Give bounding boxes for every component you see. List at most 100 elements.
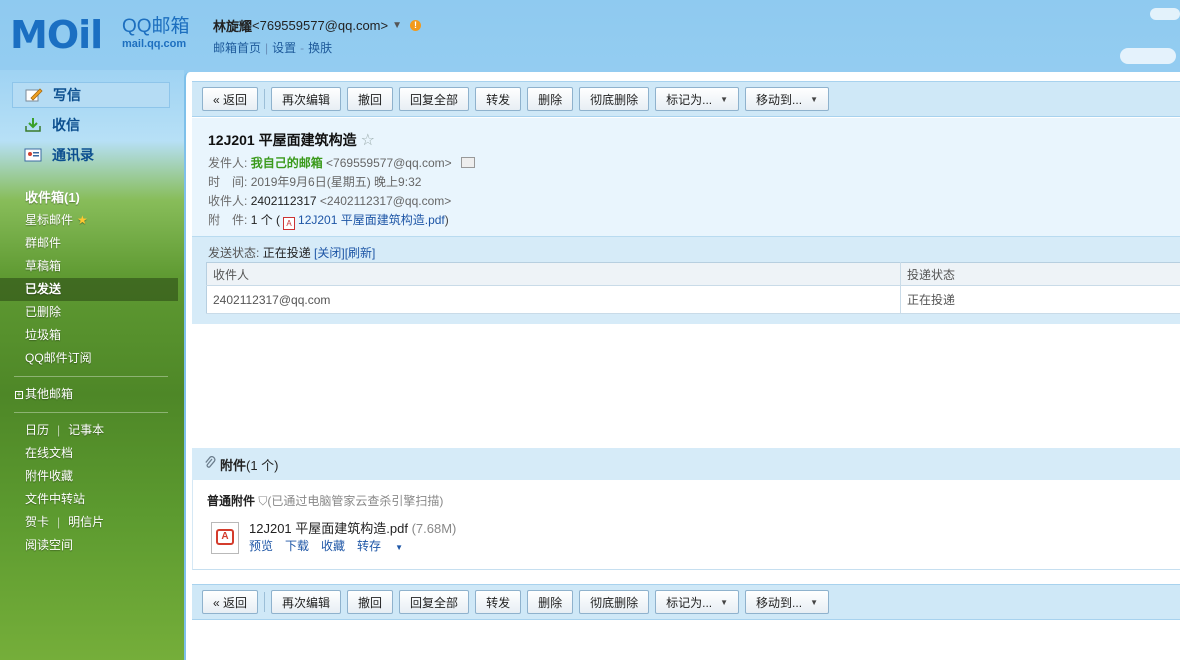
reedit-button[interactable]: 再次编辑 — [271, 87, 342, 111]
link-file-transfer[interactable]: 文件中转站 — [0, 488, 178, 511]
forward-button[interactable]: 转发 — [475, 87, 522, 111]
folder-sent[interactable]: 已发送 — [0, 278, 178, 301]
compose-button[interactable]: 写信 — [12, 82, 170, 108]
recall-button[interactable]: 撤回 — [347, 590, 394, 614]
folder-subscription[interactable]: QQ邮件订阅 — [0, 347, 178, 370]
attachments-body: 普通附件 ⛉(已通过电脑管家云查杀引擎扫描) A 12J201 平屋面建筑构造.… — [192, 480, 1180, 570]
link-notes[interactable]: 记事本 — [68, 423, 104, 437]
toolbar-separator — [264, 89, 266, 109]
link-mail-home[interactable]: 邮箱首页 — [213, 41, 261, 55]
refresh-status-link[interactable]: [刷新] — [345, 246, 376, 260]
table-header-row: 收件人 投递状态 — [206, 262, 1180, 287]
folder-inbox[interactable]: 收件箱(1) — [0, 186, 178, 209]
recipient-row: 收件人: 2402112317 <2402112317@qq.com> — [208, 192, 451, 211]
favorite-link[interactable]: 收藏 — [321, 539, 345, 553]
mark-as-dropdown[interactable]: 标记为... ▼ — [655, 87, 740, 111]
link-calendar[interactable]: 日历 — [25, 423, 49, 437]
calendar-notes-row: 日历 | 记事本 — [0, 419, 178, 442]
sender-row: 发件人: 我自己的邮箱 <769559577@qq.com> — [208, 154, 476, 173]
link-greeting-card[interactable]: 贺卡 — [25, 515, 49, 529]
sender-name[interactable]: 我自己的邮箱 — [251, 156, 323, 170]
attachments-count: (1 个) — [246, 457, 279, 473]
star-outline-icon[interactable]: ☆ — [361, 132, 375, 149]
move-to-dropdown[interactable]: 移动到... ▼ — [745, 590, 829, 614]
folder-drafts[interactable]: 草稿箱 — [0, 255, 178, 278]
purge-button[interactable]: 彻底删除 — [579, 87, 650, 111]
user-email[interactable]: <769559577@qq.com> — [252, 18, 388, 33]
other-mailbox-label: 其他邮箱 — [25, 387, 74, 401]
mark-as-label: 标记为... — [666, 92, 713, 107]
delete-button[interactable]: 删除 — [527, 87, 574, 111]
recipient-name[interactable]: 2402112317 — [251, 194, 317, 208]
folder-group[interactable]: 群邮件 — [0, 232, 178, 255]
reply-all-button[interactable]: 回复全部 — [399, 87, 470, 111]
back-button[interactable]: « 返回 — [202, 590, 259, 614]
move-to-dropdown[interactable]: 移动到... ▼ — [745, 87, 829, 111]
forward-button[interactable]: 转发 — [475, 590, 522, 614]
other-mailbox-toggle[interactable]: + 其他邮箱 — [0, 383, 178, 406]
separator: | — [57, 515, 61, 529]
time-value: 2019年9月6日(星期五) 晚上9:32 — [250, 175, 422, 189]
left-sidebar: 写信 收信 通讯录 收件箱(1) 星标邮件 ★ 群邮件 草稿箱 已发送 已删除 垃… — [0, 70, 184, 660]
download-link[interactable]: 下载 — [285, 539, 309, 553]
link-reading-space[interactable]: 阅读空间 — [0, 534, 178, 557]
save-to-dropdown[interactable]: 转存 ▼ — [357, 539, 415, 553]
scan-note: (已通过电脑管家云查杀引擎扫描) — [267, 494, 444, 508]
preview-link[interactable]: 预览 — [249, 539, 273, 553]
contacts-button[interactable]: 通讯录 — [12, 142, 170, 168]
link-skin[interactable]: 换肤 — [308, 41, 332, 55]
folder-spam[interactable]: 垃圾箱 — [0, 324, 178, 347]
inbox-download-icon — [24, 117, 42, 133]
user-name[interactable]: 林旋耀 — [213, 16, 252, 35]
contacts-label: 通讯录 — [52, 147, 94, 163]
time-row: 时 间: 2019年9月6日(星期五) 晚上9:32 — [208, 173, 421, 192]
file-name-row: 12J201 平屋面建筑构造.pdf (7.68M) — [249, 518, 456, 537]
close-status-link[interactable]: [关闭] — [314, 246, 345, 260]
qq-mail-logo[interactable]: MOil QQ邮箱 mail.qq.com — [10, 14, 190, 56]
warning-icon[interactable]: ! — [410, 20, 422, 31]
expand-plus-icon: + — [15, 390, 23, 399]
chevron-down-icon: ▼ — [720, 597, 729, 607]
recall-button[interactable]: 撤回 — [347, 87, 394, 111]
attachment-file-name[interactable]: 12J201 平屋面建筑构造.pdf — [249, 521, 408, 536]
delete-button[interactable]: 删除 — [527, 590, 574, 614]
separator: - — [300, 41, 305, 55]
receive-button[interactable]: 收信 — [12, 112, 170, 138]
contact-card-icon[interactable] — [461, 157, 476, 168]
delivery-status-table: 收件人 投递状态 2402112317@qq.com 正在投递 — [206, 262, 1180, 314]
cloud-decoration — [1150, 8, 1180, 20]
column-header-status: 投递状态 — [900, 262, 1180, 287]
sender-label: 发件人: — [208, 156, 248, 170]
save-to-label: 转存 — [357, 539, 382, 553]
attachment-link[interactable]: 12J201 平屋面建筑构造.pdf — [298, 213, 445, 227]
back-button[interactable]: « 返回 — [202, 87, 259, 111]
mark-as-label: 标记为... — [666, 595, 713, 610]
link-postcard[interactable]: 明信片 — [68, 515, 104, 529]
link-settings[interactable]: 设置 — [272, 41, 296, 55]
logo-wordmark: MOil — [10, 13, 103, 57]
reedit-button[interactable]: 再次编辑 — [271, 590, 342, 614]
chevron-down-icon[interactable]: ▼ — [392, 20, 402, 31]
link-attachment-favorites[interactable]: 附件收藏 — [0, 465, 178, 488]
attachment-row: 附 件: 1 个 (A 12J201 平屋面建筑构造.pdf) — [208, 211, 449, 230]
mark-as-dropdown[interactable]: 标记为... ▼ — [655, 590, 740, 614]
chevron-down-icon: ▼ — [720, 94, 729, 104]
attachment-label: 附 件: — [208, 213, 248, 227]
folder-deleted[interactable]: 已删除 — [0, 301, 178, 324]
folder-list: 收件箱(1) 星标邮件 ★ 群邮件 草稿箱 已发送 已删除 垃圾箱 QQ邮件订阅 … — [0, 186, 178, 557]
attachment-close: ) — [444, 213, 449, 227]
column-header-recipient: 收件人 — [206, 262, 901, 287]
reply-all-button[interactable]: 回复全部 — [399, 590, 470, 614]
purge-button[interactable]: 彻底删除 — [579, 590, 650, 614]
card-postcard-row: 贺卡 | 明信片 — [0, 511, 178, 534]
paperclip-icon — [204, 455, 216, 473]
star-icon: ★ — [77, 213, 88, 227]
pdf-file-icon[interactable]: A — [211, 522, 239, 554]
sender-email: <769559577@qq.com> — [326, 156, 452, 170]
chevron-down-icon: ▼ — [810, 597, 818, 607]
receive-label: 收信 — [52, 117, 80, 133]
link-online-docs[interactable]: 在线文档 — [0, 442, 178, 465]
logo-cn-text: QQ邮箱 — [122, 16, 190, 37]
top-toolbar: « 返回 再次编辑 撤回 回复全部 转发 删除 彻底删除 标记为... ▼ 移动到… — [192, 81, 1180, 117]
folder-starred[interactable]: 星标邮件 ★ — [0, 209, 178, 232]
